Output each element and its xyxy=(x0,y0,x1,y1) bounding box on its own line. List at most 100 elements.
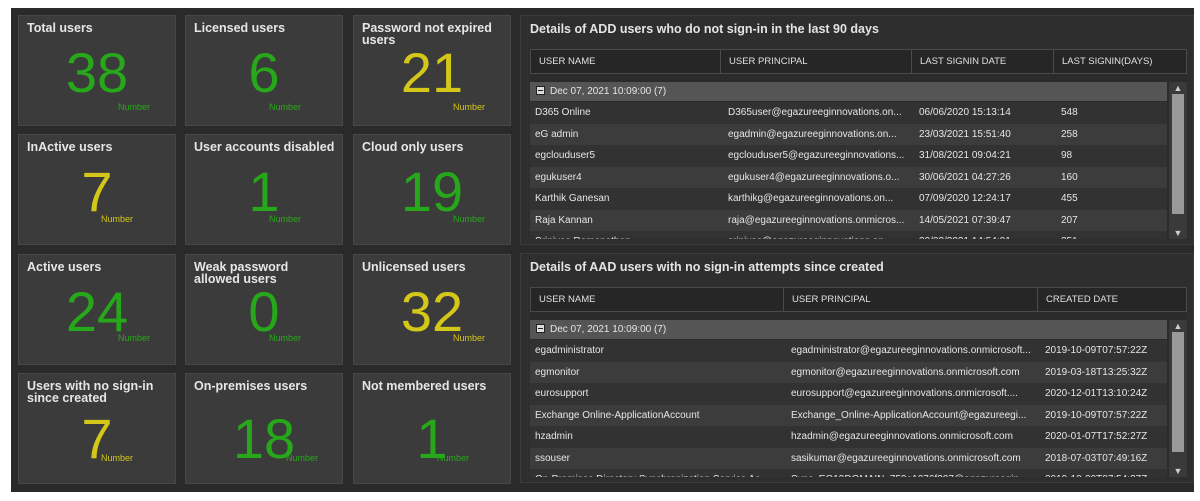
tile-title: Users with no sign-in since created xyxy=(27,379,154,405)
cell-last-signin-date: 31/08/2021 09:04:21 xyxy=(919,150,1011,161)
cell-last-signin-days: 251 xyxy=(1061,231,1161,239)
tile-password-not-expired[interactable]: Password not expired users 21 Number xyxy=(353,15,511,126)
cell-last-signin-date: 30/06/2021 04:27:26 xyxy=(919,171,1011,183)
cell-created-date: 2019-10-09T07:54:37Z xyxy=(1045,469,1165,477)
tile-unit: Number xyxy=(101,214,134,224)
table-row[interactable]: Srinivas Ramanathan srinivas@egazureegin… xyxy=(530,231,1167,239)
tile-not-membered-users[interactable]: Not membered users 1 Number xyxy=(353,373,511,484)
column-header[interactable]: USER NAME xyxy=(531,288,784,311)
scroll-thumb[interactable] xyxy=(1172,332,1184,452)
cell-last-signin-date: 07/09/2020 12:24:17 xyxy=(919,193,1011,204)
cell-user-principal: egadmin@egazureeginnovations.on... xyxy=(728,128,897,140)
grid-header: USER NAME USER PRINCIPAL CREATED DATE xyxy=(530,287,1187,312)
column-header[interactable]: LAST SIGNIN DATE xyxy=(912,50,1054,73)
scroll-thumb[interactable] xyxy=(1172,94,1184,214)
scroll-down-icon[interactable]: ▼ xyxy=(1169,465,1187,477)
cell-user-name: Srinivas Ramanathan xyxy=(535,231,715,239)
tile-value: 1 xyxy=(248,160,280,223)
data-grid: USER NAME USER PRINCIPAL LAST SIGNIN DAT… xyxy=(530,49,1187,239)
tile-total-users[interactable]: Total users 38 Number xyxy=(18,15,176,126)
cell-created-date: 2018-07-03T07:49:16Z xyxy=(1045,452,1148,464)
tile-value: 19 xyxy=(400,160,464,223)
table-row[interactable]: eurosupport eurosupport@egazureeginnovat… xyxy=(530,383,1167,405)
cell-user-name: On-Premises Directory Synchronization Se… xyxy=(535,469,775,477)
vertical-scrollbar[interactable]: ▲ ▼ xyxy=(1169,82,1187,239)
table-row[interactable]: Karthik Ganesan karthikg@egazureeginnova… xyxy=(530,188,1167,210)
cell-user-principal: raja@egazureeginnovations.onmicros... xyxy=(728,214,905,226)
tile-value: 32 xyxy=(400,280,464,343)
group-row[interactable]: Dec 07, 2021 10:09:00 (7) xyxy=(530,320,1167,339)
column-header[interactable]: CREATED DATE xyxy=(1038,288,1187,311)
tile-value: 1 xyxy=(416,407,448,470)
panel-title: Details of ADD users who do not sign-in … xyxy=(530,22,879,36)
tile-on-premises-users[interactable]: On-premises users 18 Number xyxy=(185,373,343,484)
cell-created-date: 2019-10-09T07:57:22Z xyxy=(1045,345,1148,356)
cell-user-principal: D365user@egazureeginnovations.on... xyxy=(728,107,902,118)
table-row[interactable]: egmonitor egmonitor@egazureeginnovations… xyxy=(530,361,1167,383)
scroll-down-icon[interactable]: ▼ xyxy=(1169,227,1187,239)
tile-unit: Number xyxy=(453,333,486,343)
cell-created-date: 2020-12-01T13:10:24Z xyxy=(1045,388,1148,399)
cell-user-principal: karthikg@egazureeginnovations.on... xyxy=(728,193,894,204)
vertical-scrollbar[interactable]: ▲ ▼ xyxy=(1169,320,1187,477)
tile-unit: Number xyxy=(269,102,302,112)
data-grid: USER NAME USER PRINCIPAL CREATED DATE De… xyxy=(530,287,1187,477)
tile-title: User accounts disabled xyxy=(194,140,335,154)
tile-inactive-users[interactable]: InActive users 7 Number xyxy=(18,134,176,245)
scroll-up-icon[interactable]: ▲ xyxy=(1169,82,1187,94)
collapse-icon[interactable] xyxy=(536,324,545,333)
table-row[interactable]: egclouduser5 egclouduser5@egazureeginnov… xyxy=(530,145,1167,167)
column-header[interactable]: USER NAME xyxy=(531,50,721,73)
table-row[interactable]: hzadmin hzadmin@egazureeginnovations.onm… xyxy=(530,426,1167,448)
cell-user-name: ssouser xyxy=(535,452,571,464)
tile-unlicensed-users[interactable]: Unlicensed users 32 Number xyxy=(353,254,511,365)
tile-accounts-disabled[interactable]: User accounts disabled 1 Number xyxy=(185,134,343,245)
dashboard-frame: Total users 38 Number Licensed users 6 N… xyxy=(11,8,1194,492)
tile-unit: Number xyxy=(269,214,302,224)
table-row[interactable]: Exchange Online-ApplicationAccount Excha… xyxy=(530,404,1167,426)
cell-last-signin-days: 160 xyxy=(1061,171,1078,183)
cell-user-name: hzadmin xyxy=(535,431,573,442)
cell-user-name: egukuser4 xyxy=(535,171,582,183)
cell-user-name: Exchange Online-ApplicationAccount xyxy=(535,409,700,421)
tile-value: 0 xyxy=(248,280,280,343)
column-header[interactable]: USER PRINCIPAL xyxy=(721,50,912,73)
cell-created-date: 2019-10-09T07:57:22Z xyxy=(1045,409,1148,421)
tile-title: Not membered users xyxy=(362,379,487,393)
cell-created-date: 2020-01-07T17:52:27Z xyxy=(1045,431,1148,442)
table-row[interactable]: Raja Kannan raja@egazureeginnovations.on… xyxy=(530,209,1167,231)
cell-user-principal: egadministrator@egazureeginnovations.onm… xyxy=(791,345,1031,356)
cell-user-principal: srinivas@egazureeginnovations.on... xyxy=(728,231,906,239)
table-row[interactable]: On-Premises Directory Synchronization Se… xyxy=(530,469,1167,477)
cell-last-signin-date: 14/05/2021 07:39:47 xyxy=(919,214,1011,226)
cell-last-signin-days: 548 xyxy=(1061,107,1078,118)
table-row[interactable]: D365 Online D365user@egazureeginnovation… xyxy=(530,102,1167,124)
panel-title: Details of AAD users with no sign-in att… xyxy=(530,260,884,274)
cell-user-name: Raja Kannan xyxy=(535,214,593,226)
cell-last-signin-days: 258 xyxy=(1061,128,1078,140)
cell-user-principal: egukuser4@egazureeginnovations.o... xyxy=(728,171,900,183)
tile-title: Unlicensed users xyxy=(362,260,466,274)
collapse-icon[interactable] xyxy=(536,86,545,95)
table-row[interactable]: egukuser4 egukuser4@egazureeginnovations… xyxy=(530,166,1167,188)
table-row[interactable]: egadministrator egadministrator@egazuree… xyxy=(530,340,1167,362)
tile-title: On-premises users xyxy=(194,379,308,393)
tile-unit: Number xyxy=(101,453,134,463)
tile-licensed-users[interactable]: Licensed users 6 Number xyxy=(185,15,343,126)
cell-last-signin-days: 207 xyxy=(1061,214,1078,226)
tile-active-users[interactable]: Active users 24 Number xyxy=(18,254,176,365)
table-row[interactable]: ssouser sasikumar@egazureeginnovations.o… xyxy=(530,447,1167,469)
tile-no-signin-since-created[interactable]: Users with no sign-in since created 7 Nu… xyxy=(18,373,176,484)
tile-value: 21 xyxy=(400,41,464,104)
table-row[interactable]: eG admin egadmin@egazureeginnovations.on… xyxy=(530,123,1167,145)
column-header[interactable]: LAST SIGNIN(DAYS) xyxy=(1054,50,1187,73)
tile-cloud-only-users[interactable]: Cloud only users 19 Number xyxy=(353,134,511,245)
group-row[interactable]: Dec 07, 2021 10:09:00 (7) xyxy=(530,82,1167,101)
cell-user-name: egmonitor xyxy=(535,366,580,378)
tile-weak-password[interactable]: Weak password allowed users 0 Number xyxy=(185,254,343,365)
scroll-up-icon[interactable]: ▲ xyxy=(1169,320,1187,332)
column-header[interactable]: USER PRINCIPAL xyxy=(784,288,1038,311)
cell-user-principal: Sync_EG19DOMAIN_759a1076f207@egazureegin… xyxy=(791,469,1031,477)
cell-user-principal: eurosupport@egazureeginnovations.onmicro… xyxy=(791,388,1018,399)
panel-no-signin-since-created: Details of AAD users with no sign-in att… xyxy=(520,253,1194,483)
